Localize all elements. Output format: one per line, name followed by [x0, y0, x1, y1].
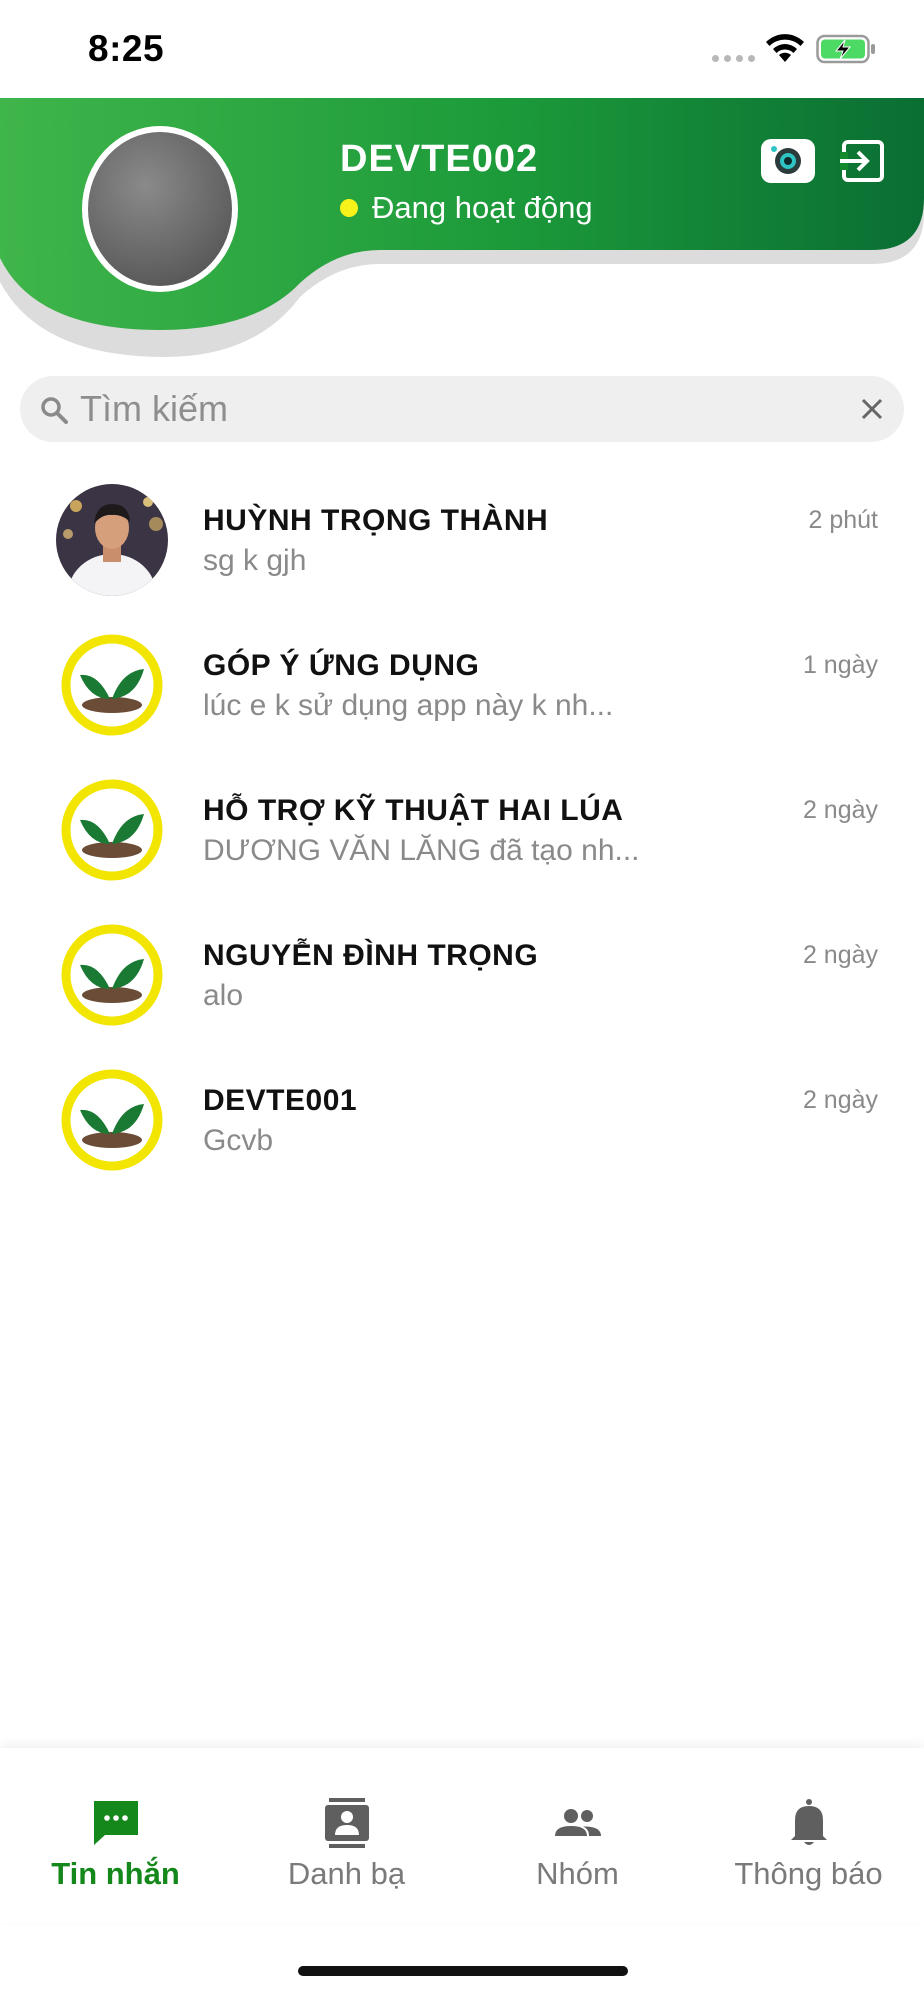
profile-header: DEVTE002 Đang hoạt động	[0, 98, 924, 358]
last-message: lúc e k sử dụng app này k nh...	[203, 689, 614, 722]
tab-label: Thông báo	[734, 1856, 883, 1891]
last-message: Gcvb	[203, 1124, 274, 1157]
contact-avatar	[56, 484, 168, 596]
search-bar	[20, 376, 904, 442]
tab-contacts[interactable]: Danh bạ	[231, 1748, 462, 1923]
home-indicator	[298, 1966, 628, 1976]
conversation-item[interactable]: NGUYỄN ĐÌNH TRỌNG alo 2 ngày	[0, 895, 924, 1040]
search-icon	[41, 397, 68, 424]
user-name: DEVTE002	[340, 138, 539, 180]
bottom-tab-bar: Tin nhắn Danh bạ Nhóm Thông báo	[0, 1748, 924, 1923]
conversation-item[interactable]: GÓP Ý ỨNG DỤNG lúc e k sử dụng app này k…	[0, 605, 924, 750]
last-message: DƯƠNG VĂN LĂNG đã tạo nh...	[203, 834, 640, 867]
clear-search-icon[interactable]	[860, 397, 884, 421]
wifi-icon	[766, 34, 804, 62]
last-message: sg k gjh	[203, 544, 307, 577]
leaf-logo-icon	[56, 774, 168, 886]
contact-name: HUỲNH TRỌNG THÀNH	[203, 504, 549, 537]
tab-label: Tin nhắn	[51, 1856, 180, 1891]
leaf-logo-icon	[56, 629, 168, 741]
message-time: 1 ngày	[802, 651, 878, 679]
contact-name: DEVTE001	[203, 1084, 358, 1117]
contact-name: GÓP Ý ỨNG DỤNG	[203, 649, 480, 682]
message-time: 2 ngày	[802, 796, 878, 824]
bell-icon	[790, 1799, 827, 1845]
conversation-list: HUỲNH TRỌNG THÀNH sg k gjh 2 phút GÓP Ý …	[0, 460, 924, 1185]
tab-messages[interactable]: Tin nhắn	[0, 1748, 231, 1923]
logout-icon[interactable]	[840, 138, 886, 184]
chat-icon	[93, 1801, 138, 1845]
search-input[interactable]	[80, 376, 840, 442]
status-bar: 8:25	[0, 0, 924, 98]
tab-notifications[interactable]: Thông báo	[693, 1748, 924, 1923]
battery-charging-icon	[816, 34, 875, 64]
leaf-logo-icon	[56, 919, 168, 1031]
contact-name: HỖ TRỢ KỸ THUẬT HAI LÚA	[203, 794, 624, 827]
tab-label: Danh bạ	[287, 1856, 406, 1891]
message-time: 2 ngày	[802, 1086, 878, 1114]
contact-name: NGUYỄN ĐÌNH TRỌNG	[203, 939, 539, 972]
message-time: 2 phút	[808, 506, 878, 534]
status-time: 8:25	[88, 28, 165, 69]
cellular-signal-icon	[712, 55, 755, 62]
conversation-item[interactable]: HỖ TRỢ KỸ THUẬT HAI LÚA DƯƠNG VĂN LĂNG đ…	[0, 750, 924, 895]
last-message: alo	[203, 979, 244, 1012]
user-avatar[interactable]	[82, 126, 238, 292]
conversation-item[interactable]: HUỲNH TRỌNG THÀNH sg k gjh 2 phút	[0, 460, 924, 605]
tab-groups[interactable]: Nhóm	[462, 1748, 693, 1923]
camera-icon[interactable]	[760, 136, 816, 186]
message-time: 2 ngày	[802, 941, 878, 969]
contacts-icon	[324, 1798, 369, 1848]
group-icon	[554, 1809, 601, 1836]
conversation-item[interactable]: DEVTE001 Gcvb 2 ngày	[0, 1040, 924, 1185]
online-status-dot	[340, 199, 358, 217]
online-status-text: Đang hoạt động	[372, 190, 593, 225]
tab-label: Nhóm	[536, 1856, 619, 1891]
online-status: Đang hoạt động	[340, 190, 593, 226]
leaf-logo-icon	[56, 1064, 168, 1176]
